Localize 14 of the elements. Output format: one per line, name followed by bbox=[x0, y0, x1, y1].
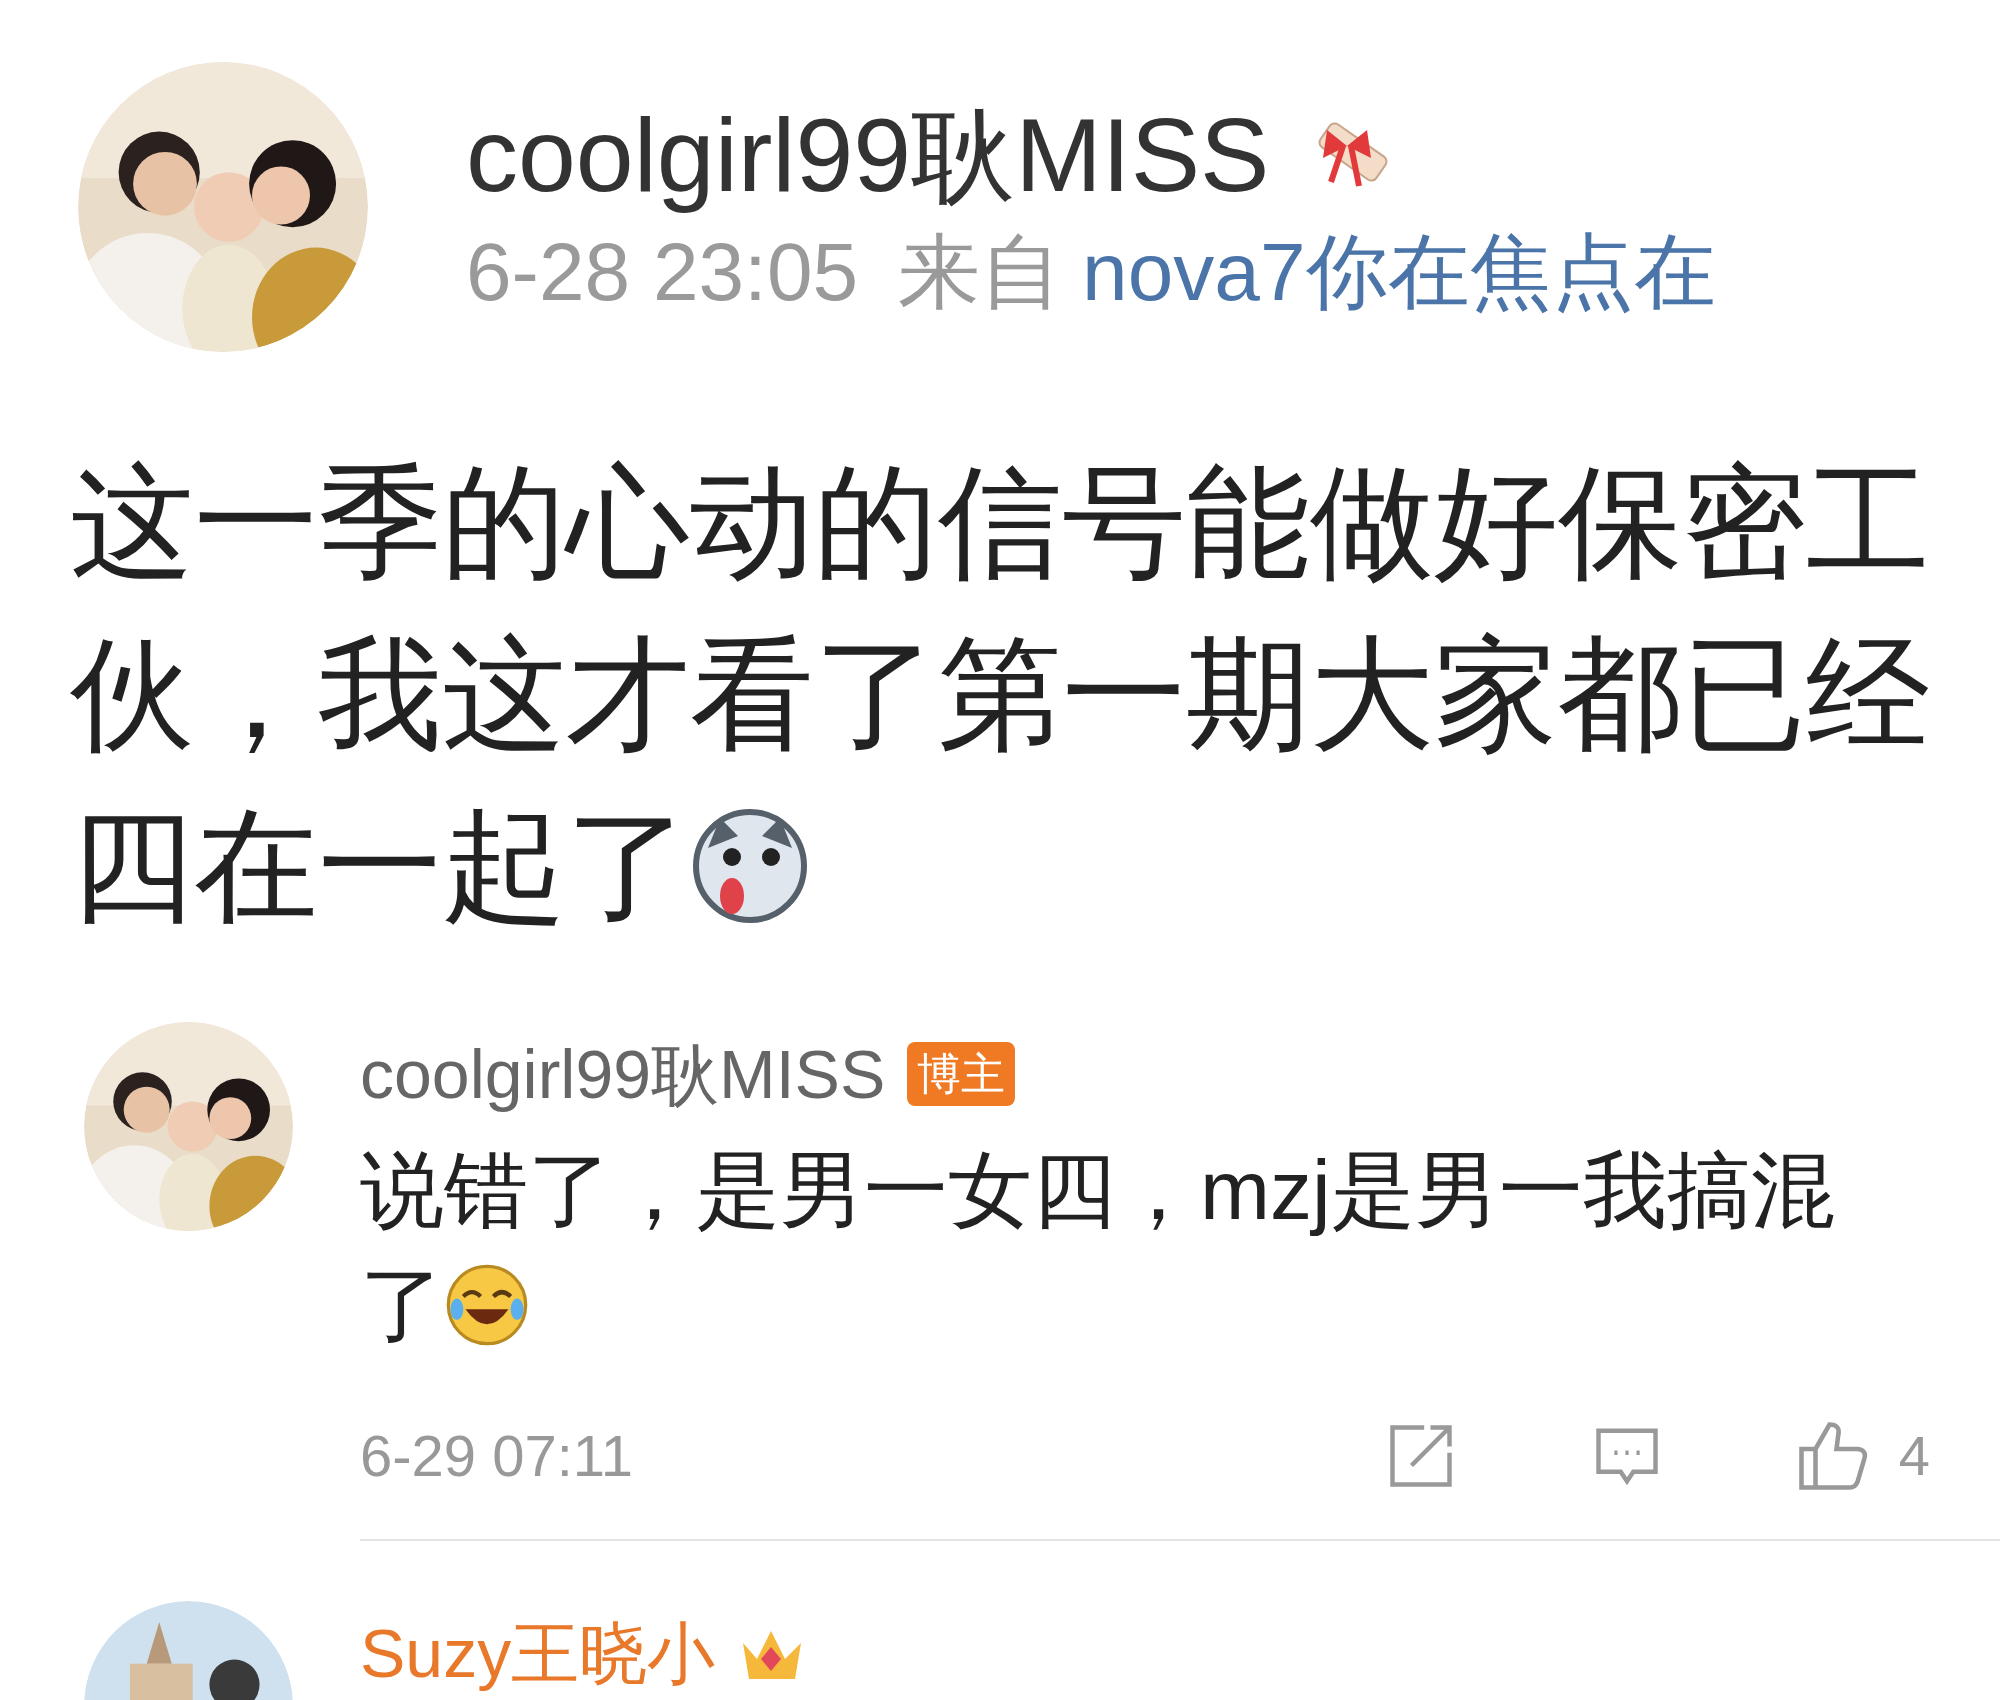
post-time: 6-28 23:05 bbox=[466, 225, 859, 319]
post-text: 这一季的心动的信号能做好保密工 bbox=[70, 460, 1930, 584]
commenter-name[interactable]: coolgirl99耿MISS bbox=[360, 1036, 886, 1112]
author-name[interactable]: coolgirl99耿MISS bbox=[466, 93, 1270, 217]
commenter-name[interactable]: Suzy王晓小 bbox=[360, 1615, 716, 1691]
source-link[interactable]: nova7你在焦点在 bbox=[1082, 223, 1716, 321]
comment-time: 6-29 07:11 bbox=[360, 1422, 635, 1490]
dog-emoji-icon bbox=[690, 806, 810, 926]
post-text: 四在一起了 bbox=[70, 804, 690, 928]
blogger-tag: 博主 bbox=[907, 1042, 1016, 1106]
like-button[interactable]: 4 bbox=[1790, 1413, 1930, 1498]
source-label: 来自 bbox=[898, 225, 1063, 319]
post-text: 伙，我这才看了第一期大家都已经 bbox=[70, 632, 1930, 756]
comment-text: 了 bbox=[360, 1262, 444, 1347]
